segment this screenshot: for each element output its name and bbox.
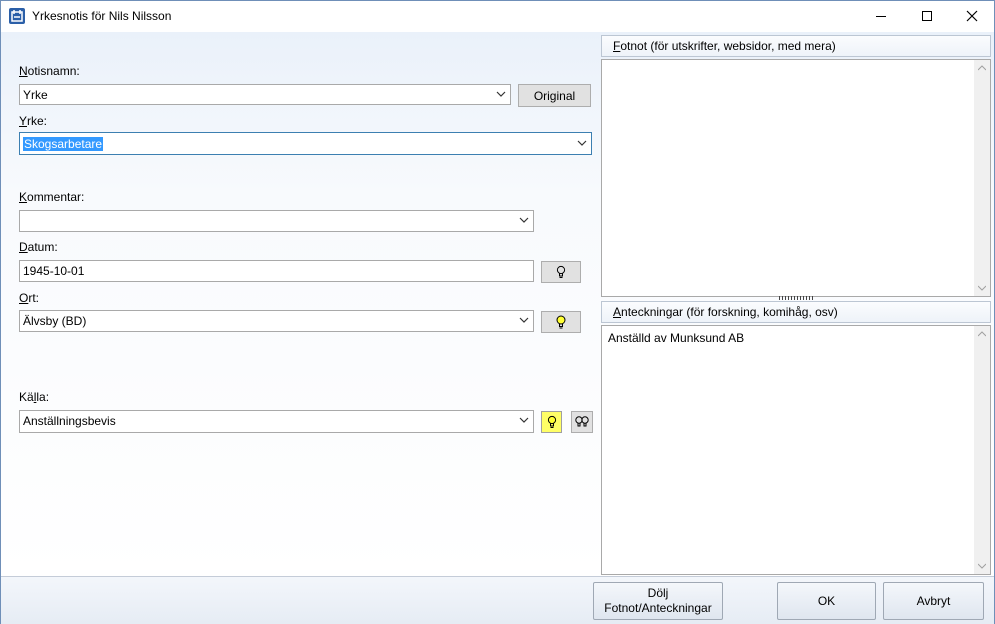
kommentar-label: Kommentar: (19, 190, 85, 204)
scroll-up-icon[interactable] (974, 60, 990, 76)
kalla-value: Anställningsbevis (23, 414, 116, 428)
ort-combobox[interactable]: Älvsby (BD) (19, 310, 534, 332)
original-button[interactable]: Original (518, 84, 591, 107)
minimize-icon (876, 16, 886, 17)
notisnamn-value: Yrke (23, 88, 48, 102)
panel-splitter[interactable] (779, 296, 813, 300)
chevron-down-icon (496, 91, 506, 97)
chevron-down-icon (519, 217, 529, 223)
close-button[interactable] (949, 1, 995, 31)
anteckningar-scrollbar[interactable] (974, 326, 990, 574)
footer-bar: Dölj Fotnot/Anteckningar OK Avbryt (1, 576, 994, 624)
window-title: Yrkesnotis för Nils Nilsson (32, 9, 172, 23)
chevron-down-icon (577, 140, 587, 146)
maximize-icon (922, 11, 932, 21)
fotnot-header[interactable]: Fotnot (för utskrifter, websidor, med me… (601, 35, 991, 57)
lightbulb-icon (547, 415, 556, 428)
scroll-down-icon[interactable] (974, 558, 990, 574)
cancel-button[interactable]: Avbryt (883, 582, 984, 620)
scroll-up-icon[interactable] (974, 326, 990, 342)
chevron-down-icon (519, 317, 529, 323)
fotnot-textarea[interactable] (601, 59, 991, 297)
maximize-button[interactable] (904, 1, 950, 31)
kalla-label: Källa: (19, 390, 50, 404)
lightbulb-icon (556, 265, 566, 278)
ort-label: Ort: (19, 291, 40, 305)
notisnamn-label: Notisnamn: (19, 64, 80, 78)
app-icon (9, 8, 25, 24)
kalla-hint-button[interactable] (541, 411, 562, 433)
anteckningar-textarea[interactable]: Anställd av Munksund AB (601, 325, 991, 575)
ort-value: Älvsby (BD) (23, 314, 87, 328)
kommentar-combobox[interactable] (19, 210, 534, 232)
close-icon (966, 10, 978, 22)
minimize-button[interactable] (858, 1, 904, 31)
anteckningar-header[interactable]: Anteckningar (för forskning, komihåg, os… (601, 301, 991, 323)
kalla-multi-hint-button[interactable] (571, 411, 593, 433)
datum-value: 1945-10-01 (23, 264, 85, 278)
title-bar: Yrkesnotis för Nils Nilsson (1, 1, 994, 32)
ok-button[interactable]: OK (777, 582, 876, 620)
dialog-window: Yrkesnotis för Nils Nilsson Notisnamn: Y… (0, 0, 995, 624)
datum-hint-button[interactable] (541, 261, 581, 283)
yrke-value: Skogsarbetare (23, 137, 104, 151)
anteckningar-content: Anställd av Munksund AB (608, 331, 745, 345)
datum-label: Datum: (19, 240, 58, 254)
datum-input[interactable]: 1945-10-01 (19, 260, 534, 282)
ort-hint-button[interactable] (541, 311, 581, 333)
lightbulbs-icon (575, 416, 589, 427)
yrke-combobox[interactable]: Skogsarbetare (19, 132, 592, 155)
scroll-down-icon[interactable] (974, 280, 990, 296)
chevron-down-icon (519, 417, 529, 423)
lightbulb-icon (556, 315, 566, 329)
kalla-combobox[interactable]: Anställningsbevis (19, 410, 534, 433)
toggle-panels-button[interactable]: Dölj Fotnot/Anteckningar (593, 582, 723, 620)
yrke-label: Yrke: (19, 114, 48, 128)
fotnot-scrollbar[interactable] (974, 60, 990, 296)
notisnamn-combobox[interactable]: Yrke (19, 84, 511, 105)
